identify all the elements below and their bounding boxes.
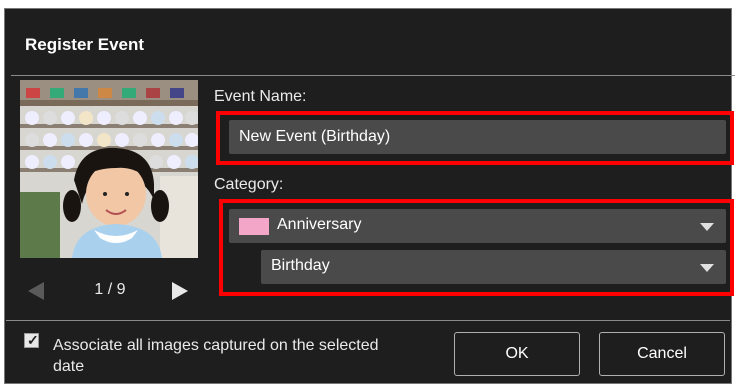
title-divider <box>11 75 735 76</box>
subcategory-select[interactable]: Birthday <box>261 250 726 284</box>
dialog-title: Register Event <box>25 35 145 54</box>
photo-preview-image <box>20 80 198 258</box>
event-name-input[interactable]: New Event (Birthday) <box>229 120 726 154</box>
next-image-arrow-icon[interactable] <box>172 282 188 300</box>
associate-images-checkbox[interactable]: ✓ <box>24 332 39 348</box>
previous-image-arrow-icon[interactable] <box>28 282 44 300</box>
chevron-down-icon <box>700 223 714 231</box>
category-select[interactable]: Anniversary <box>229 209 726 243</box>
ok-button[interactable]: OK <box>454 332 580 376</box>
chevron-down-icon <box>700 264 714 272</box>
event-name-label: Event Name: <box>214 88 307 105</box>
footer-divider <box>6 320 730 321</box>
subcategory-selected-value: Birthday <box>271 257 330 274</box>
photo-preview <box>20 80 198 258</box>
category-selected-value: Anniversary <box>277 216 362 233</box>
image-page-indicator: 1 / 9 <box>94 281 126 298</box>
checkmark-icon: ✓ <box>27 332 39 348</box>
associate-images-label: Associate all images captured on the sel… <box>53 337 379 375</box>
cancel-button[interactable]: Cancel <box>599 332 725 376</box>
category-color-swatch <box>239 218 269 235</box>
category-label: Category: <box>214 176 284 193</box>
